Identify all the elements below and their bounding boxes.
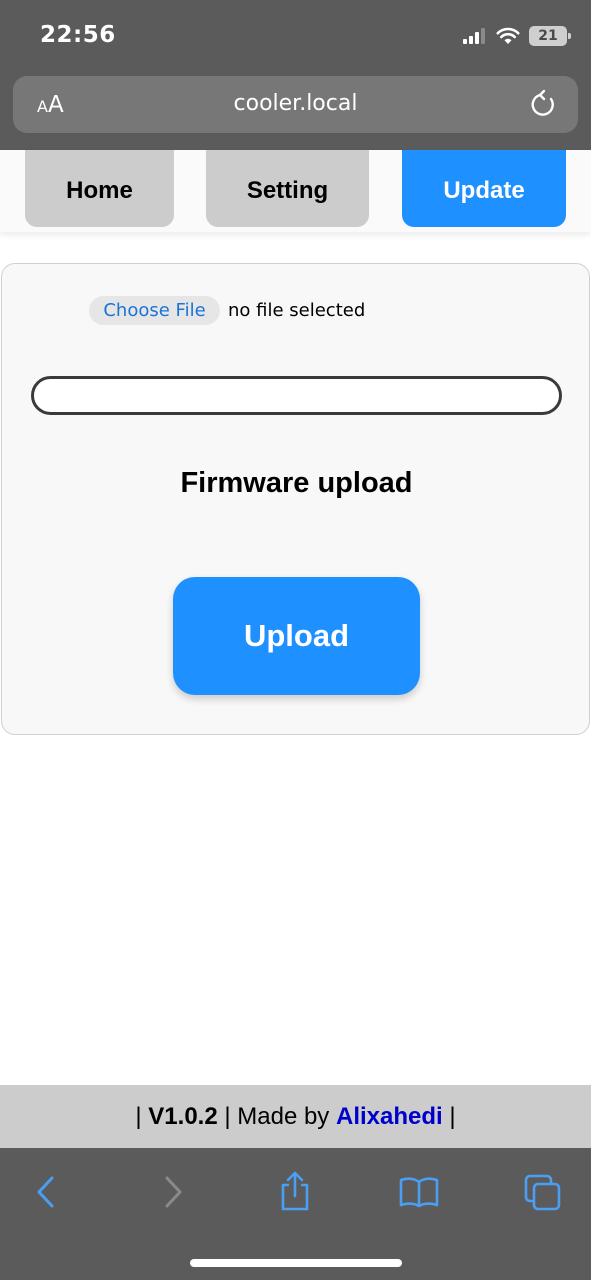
url-text[interactable]: cooler.local [13,91,578,116]
footer-separator-right: | [442,1102,456,1130]
wifi-icon [496,27,520,44]
firmware-upload-card: Choose File no file selected Firmware up… [1,263,590,735]
battery-level: 21 [538,28,558,44]
tabs-icon[interactable] [524,1174,562,1212]
reload-icon[interactable] [530,89,558,119]
footer: | V1.0.2 | Made by Alixahedi | [0,1085,591,1148]
choose-file-button[interactable]: Choose File [89,296,220,325]
made-by-text: | Made by [217,1102,336,1130]
home-indicator [190,1259,402,1267]
firmware-upload-title: Firmware upload [180,467,413,499]
status-icons: 21 [463,24,571,48]
forward-icon[interactable] [159,1172,187,1212]
address-bar[interactable]: AA cooler.local [13,76,578,133]
tab-update[interactable]: Update [402,150,566,227]
tab-setting[interactable]: Setting [206,150,369,227]
battery-icon: 21 [529,26,571,46]
tab-home[interactable]: Home [25,150,174,227]
status-bar: 22:56 21 AA cooler.local [0,0,591,150]
nav-bar: Home Setting Update [0,150,591,232]
signal-icon [463,28,485,44]
clock: 22:56 [40,22,116,48]
version-label: V1.0.2 [148,1102,218,1130]
upload-button[interactable]: Upload [173,577,420,695]
share-icon[interactable] [278,1170,312,1212]
file-status-text: no file selected [228,300,366,321]
upload-progress-bar [31,376,562,415]
browser-toolbar [0,1148,591,1280]
author-link[interactable]: Alixahedi [336,1103,443,1131]
bookmarks-icon[interactable] [399,1176,439,1208]
footer-separator-left: | [135,1102,149,1130]
back-icon[interactable] [32,1172,60,1212]
